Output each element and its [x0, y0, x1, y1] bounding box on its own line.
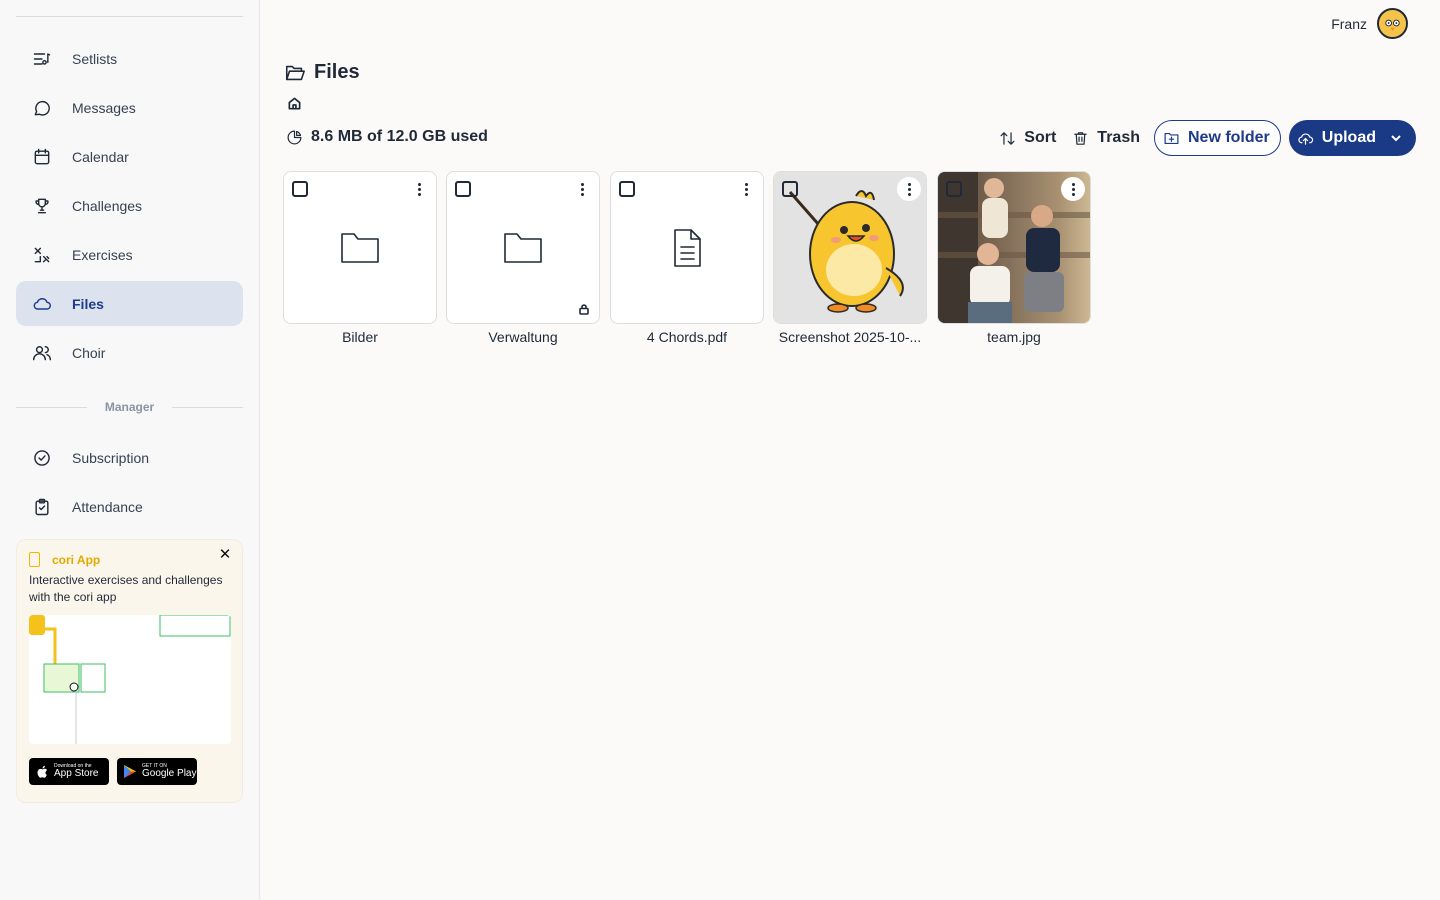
file-name: 4 Chords.pdf [646, 329, 728, 345]
storage-usage: 8.6 MB of 12.0 GB used [286, 128, 488, 146]
page-title-text: Files [314, 61, 360, 83]
page-title: Files [284, 61, 360, 84]
sort-icon [999, 130, 1016, 147]
manager-section-divider: Manager [16, 397, 244, 417]
folder-open-icon [284, 62, 306, 84]
storage-usage-text: 8.6 MB of 12.0 GB used [311, 128, 488, 145]
document-icon [663, 224, 711, 272]
upload-label: Upload [1321, 129, 1376, 146]
apple-icon [35, 765, 49, 779]
sidebar-item-label: Exercises [72, 246, 133, 263]
sidebar-item-label: Attendance [72, 498, 143, 515]
close-icon[interactable]: ✕ [218, 547, 232, 562]
sort-button[interactable]: Sort [999, 120, 1056, 156]
more-options-icon[interactable] [1061, 177, 1085, 201]
file-tile[interactable]: 4 Chords.pdf [610, 171, 764, 351]
toolbar: Sort Trash New folder Upload [999, 120, 1416, 156]
trash-label: Trash [1097, 129, 1140, 146]
select-checkbox[interactable] [782, 181, 798, 197]
phone-icon [29, 552, 40, 567]
sidebar-item-label: Messages [72, 99, 136, 116]
trash-icon [1072, 130, 1089, 147]
calendar-icon [32, 147, 52, 167]
lock-icon [578, 303, 590, 315]
file-card [610, 171, 764, 324]
sidebar-item-files[interactable]: Files [16, 281, 243, 326]
breadcrumb-home-icon[interactable] [287, 96, 303, 112]
file-card [773, 171, 927, 324]
promo-illustration [29, 615, 231, 744]
sidebar-item-challenges[interactable]: Challenges [16, 183, 243, 228]
promo-description: Interactive exercises and challenges wit… [29, 573, 223, 604]
sidebar-item-exercises[interactable]: Exercises [16, 232, 243, 277]
sidebar-item-label: Subscription [72, 449, 150, 466]
select-checkbox[interactable] [619, 181, 635, 197]
clipboard-check-icon [32, 497, 52, 517]
folder-plus-icon [1163, 130, 1180, 147]
sidebar-divider [16, 16, 243, 17]
file-tile[interactable]: Screenshot 2025-10-... [773, 171, 927, 351]
pie-chart-icon [286, 129, 303, 146]
more-options-icon[interactable] [570, 177, 594, 201]
sidebar-item-label: Challenges [72, 197, 143, 214]
chevron-down-icon [1390, 132, 1402, 144]
file-name: Verwaltung [488, 329, 558, 345]
setlist-icon [32, 49, 52, 69]
cloud-icon [32, 294, 52, 314]
user-name: Franz [1331, 15, 1367, 32]
google-play-big-text: Google Play [142, 768, 197, 779]
sidebar-item-subscription[interactable]: Subscription [16, 435, 243, 480]
trash-button[interactable]: Trash [1072, 120, 1140, 156]
more-options-icon[interactable] [734, 177, 758, 201]
more-options-icon[interactable] [407, 177, 431, 201]
users-icon [32, 343, 52, 363]
sort-label: Sort [1024, 129, 1057, 146]
file-tile[interactable]: Verwaltung [446, 171, 600, 351]
app-promo-card: cori App ✕ Interactive exercises and cha… [16, 539, 243, 803]
trophy-icon [32, 196, 52, 216]
more-options-icon[interactable] [897, 177, 921, 201]
cloud-upload-icon [1297, 130, 1314, 147]
file-card [937, 171, 1091, 324]
sidebar-item-choir[interactable]: Choir [16, 330, 243, 375]
new-folder-button[interactable]: New folder [1153, 120, 1281, 156]
user-menu[interactable]: Franz [1331, 8, 1408, 39]
file-name: Screenshot 2025-10-... [778, 329, 922, 345]
sidebar-item-setlists[interactable]: Setlists [16, 36, 243, 81]
section-label: Manager [104, 400, 155, 414]
exercises-icon [32, 245, 52, 265]
sidebar-item-label: Calendar [72, 148, 129, 165]
promo-title-text: cori App [52, 552, 101, 567]
file-tile[interactable]: Bilder [283, 171, 437, 351]
google-play-button[interactable]: GET IT ON Google Play [117, 758, 197, 785]
file-name: Bilder [342, 329, 378, 345]
file-card [283, 171, 437, 324]
sidebar-item-attendance[interactable]: Attendance [16, 484, 243, 529]
folder-icon [336, 224, 384, 272]
app-store-big-text: App Store [54, 768, 99, 779]
app-store-button[interactable]: Download on the App Store [29, 758, 109, 785]
sidebar-item-label: Choir [72, 344, 106, 361]
folder-icon [499, 224, 547, 272]
avatar [1377, 8, 1408, 39]
file-tile[interactable]: team.jpg [937, 171, 1091, 351]
new-folder-label: New folder [1187, 129, 1270, 146]
sidebar-item-messages[interactable]: Messages [16, 85, 243, 130]
select-checkbox[interactable] [455, 181, 471, 197]
google-play-icon [123, 765, 137, 779]
select-checkbox[interactable] [946, 181, 962, 197]
file-card [446, 171, 600, 324]
sidebar-item-label: Files [72, 295, 104, 312]
sidebar-item-label: Setlists [72, 50, 118, 67]
select-checkbox[interactable] [292, 181, 308, 197]
chat-bubble-icon [32, 98, 52, 118]
upload-button[interactable]: Upload [1288, 120, 1416, 156]
file-name: team.jpg [987, 329, 1041, 345]
sidebar: Setlists Messages Calendar Challenges Ex… [0, 0, 260, 900]
check-circle-icon [32, 448, 52, 468]
sidebar-item-calendar[interactable]: Calendar [16, 134, 243, 179]
promo-title: cori App [29, 552, 100, 567]
